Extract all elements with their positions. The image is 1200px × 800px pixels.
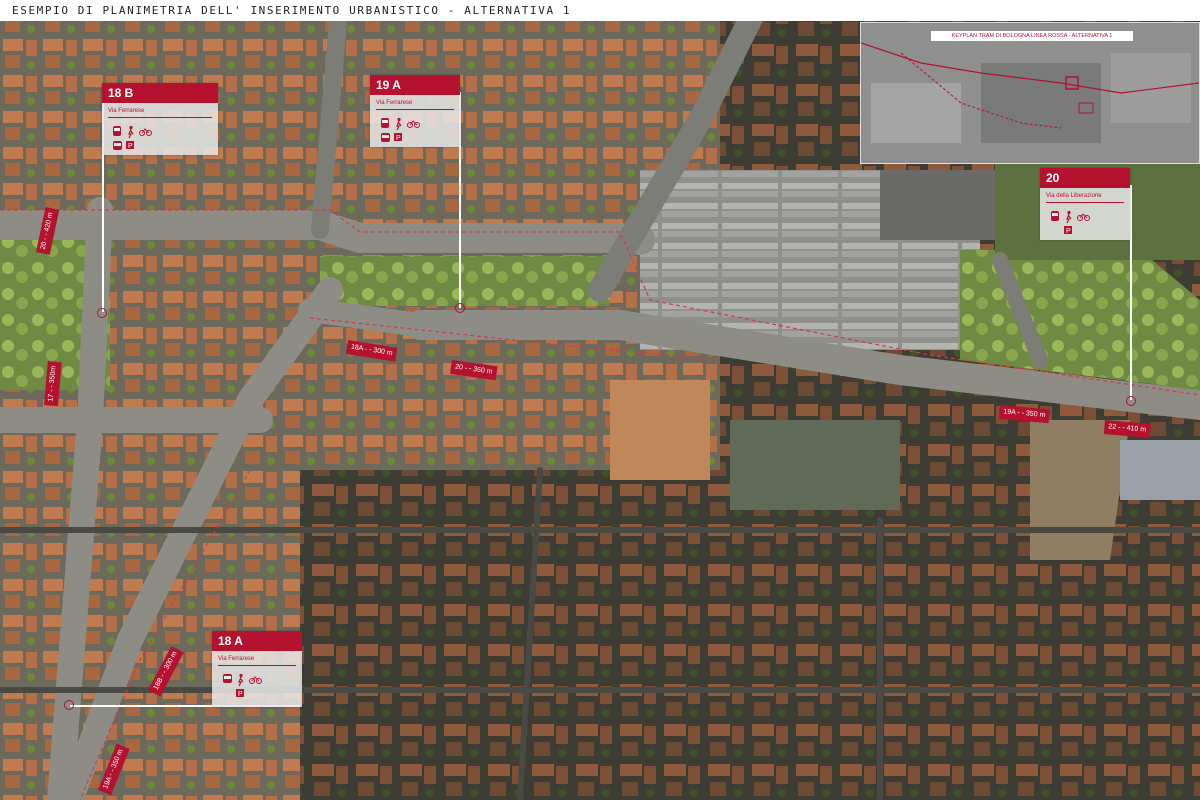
mode-icons: P — [113, 125, 152, 150]
stop-name: 18 B — [102, 83, 218, 103]
card-divider — [376, 109, 454, 110]
parking-icon: P — [1064, 226, 1072, 235]
stop-street: Via Ferrarese — [108, 108, 145, 114]
stop-name: 19 A — [370, 75, 460, 95]
tram-icon — [113, 126, 121, 136]
svg-text:P: P — [396, 135, 401, 142]
bicycle-icon — [139, 128, 152, 136]
bicycle-icon — [407, 120, 420, 128]
parking-icon: P — [394, 133, 402, 142]
stop-marker-18b[interactable] — [97, 308, 107, 318]
mode-icons: P — [223, 673, 262, 698]
tram-icon — [1051, 211, 1059, 221]
pedestrian-icon — [238, 673, 244, 687]
tram-icon — [381, 118, 389, 128]
stop-marker-20[interactable] — [1126, 396, 1136, 406]
bicycle-icon — [249, 676, 262, 684]
pedestrian-icon — [396, 117, 402, 131]
card-divider — [218, 665, 296, 666]
stop-name: 18 A — [212, 631, 302, 651]
parking-icon: P — [126, 141, 134, 150]
bus-icon — [381, 133, 390, 142]
pedestrian-icon — [1066, 210, 1072, 224]
bus-icon — [223, 674, 232, 683]
stop-card-18a[interactable]: 18 A Via Ferrarese P — [212, 631, 302, 707]
header-bar: ESEMPIO DI PLANIMETRIA DELL' INSERIMENTO… — [0, 0, 1200, 21]
stop-marker-19a[interactable] — [455, 303, 465, 313]
bus-icon — [113, 141, 122, 150]
parking-icon: P — [236, 689, 244, 698]
keyplan-inset: KEYPLAN TRAM DI BOLOGNA LINEA ROSSA - AL… — [860, 22, 1200, 164]
stop-card-19a[interactable]: 19 A Via Ferrarese P — [370, 75, 460, 147]
pedestrian-icon — [128, 125, 134, 139]
keyplan-title: KEYPLAN TRAM DI BOLOGNA LINEA ROSSA - AL… — [931, 31, 1133, 41]
svg-text:P: P — [1066, 228, 1071, 235]
stop-marker-18a[interactable] — [64, 700, 74, 710]
bicycle-icon — [1077, 213, 1090, 221]
stop-street: Via Ferrarese — [376, 100, 413, 106]
stop-street: Via della Liberazione — [1046, 193, 1102, 199]
mode-icons: P — [381, 117, 420, 142]
svg-text:P: P — [238, 691, 243, 698]
stop-card-18b[interactable]: 18 B Via Ferrarese P — [102, 83, 218, 155]
card-divider — [1046, 202, 1124, 203]
stop-card-20[interactable]: 20 Via della Liberazione P — [1040, 168, 1130, 240]
leader-line-20 — [1130, 185, 1132, 400]
card-divider — [108, 117, 212, 118]
mode-icons: P — [1051, 210, 1090, 235]
page-title: ESEMPIO DI PLANIMETRIA DELL' INSERIMENTO… — [12, 4, 572, 17]
stop-street: Via Ferrarese — [218, 656, 255, 662]
stop-name: 20 — [1040, 168, 1130, 188]
keyplan-map — [861, 23, 1199, 163]
svg-text:P: P — [128, 143, 133, 150]
